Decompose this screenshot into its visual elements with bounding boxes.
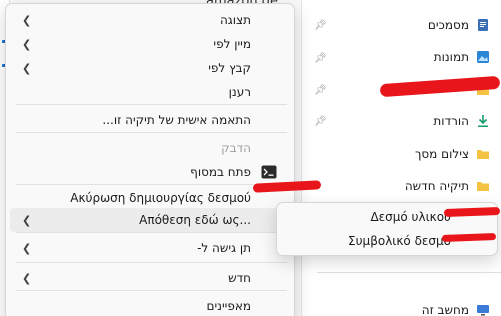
- menu-item-label: קבץ לפי: [208, 61, 251, 75]
- menu-separator: [16, 290, 287, 291]
- menu-item-label: מאפיינים: [206, 299, 251, 313]
- menu-item-paste: הדבק: [10, 136, 291, 160]
- menu-item-sort-by[interactable]: ❮ מיין לפי: [10, 32, 291, 56]
- documents-icon: [475, 17, 491, 33]
- nav-item-downloads[interactable]: הורדות: [433, 109, 491, 133]
- menu-item-label: רענן: [228, 85, 251, 99]
- nav-item-label: הורדות: [433, 114, 469, 128]
- nav-divider: [317, 272, 501, 273]
- pin-icon: 📌︎: [314, 53, 327, 64]
- downloads-icon: [475, 113, 491, 129]
- folder-icon: [475, 178, 491, 194]
- nav-item-pictures[interactable]: תמונות: [434, 45, 491, 69]
- terminal-icon: [261, 164, 277, 180]
- menu-item-open-terminal[interactable]: פתח במסוף: [10, 160, 291, 184]
- nav-item-label: מחשב זה: [421, 303, 469, 316]
- pictures-icon: [475, 49, 491, 65]
- nav-item-documents[interactable]: מסמכים: [428, 13, 491, 37]
- menu-item-label: מיין לפי: [213, 37, 251, 51]
- menu-item-drop-as[interactable]: ❮ Απόθεση εδώ ως...: [10, 208, 291, 232]
- menu-item-label: תן גישה ל-: [197, 241, 251, 255]
- chevron-left-icon: ❮: [22, 13, 32, 27]
- nav-item-label: תיקיה חדשה: [404, 179, 469, 193]
- submenu-item-symlink[interactable]: Συμβολικό δεσμό: [348, 234, 451, 248]
- nav-item-new-folder[interactable]: תיקיה חדשה: [405, 174, 491, 198]
- pin-icon: 📌︎: [314, 20, 327, 31]
- chevron-left-icon: ❮: [22, 61, 32, 75]
- menu-separator: [16, 232, 287, 233]
- menu-item-label: Απόθεση εδώ ως...: [139, 213, 251, 227]
- menu-item-label: התאמה אישית של תיקיה זו...: [102, 113, 251, 127]
- menu-item-cancel-symlink[interactable]: Ακύρωση δημιουργίας δεσμού: [10, 186, 291, 210]
- pin-icon: 📌︎: [314, 116, 327, 127]
- menu-item-new[interactable]: ❮ חדש: [10, 266, 291, 290]
- menu-item-label: תצוגה: [219, 13, 251, 27]
- menu-separator: [16, 184, 287, 185]
- pin-icon: 📌︎: [314, 85, 327, 96]
- menu-separator: [16, 132, 287, 133]
- nav-item-label: צילום מסך: [414, 147, 469, 161]
- chevron-left-icon: ❮: [22, 37, 32, 51]
- computer-icon: [475, 302, 491, 316]
- menu-item-label: הדבק: [221, 141, 251, 155]
- menu-item-group-by[interactable]: ❮ קבץ לפי: [10, 56, 291, 80]
- chevron-left-icon: ❮: [22, 213, 32, 227]
- menu-item-label: Ακύρωση δημιουργίας δεσμού: [70, 191, 251, 205]
- submenu-item-hardlink[interactable]: Δεσμό υλικού: [370, 210, 451, 224]
- menu-item-give-access[interactable]: ❮ תן גישה ל-: [10, 236, 291, 260]
- nav-item-label: תמונות: [433, 50, 469, 64]
- nav-item-label: מסמכים: [427, 18, 469, 32]
- menu-item-properties[interactable]: מאפיינים: [10, 294, 291, 316]
- menu-item-label: פתח במסוף: [190, 165, 251, 179]
- menu-item-refresh[interactable]: רענן: [10, 80, 291, 104]
- nav-item-this-pc[interactable]: מחשב זה: [422, 298, 491, 316]
- menu-item-label: חדש: [228, 271, 251, 285]
- context-menu: ❮ תצוגה ❮ מיין לפי ❮ קבץ לפי רענן התאמה …: [5, 3, 295, 316]
- desktop-window: amazon.de 📌︎ מסמכים 📌︎ תמונות 📌︎ 📌︎: [0, 0, 501, 316]
- chevron-left-icon: ❮: [22, 241, 32, 255]
- menu-separator: [16, 262, 287, 263]
- menu-item-view[interactable]: ❮ תצוגה: [10, 8, 291, 32]
- navigation-pane: 📌︎ מסמכים 📌︎ תמונות 📌︎ 📌︎ הורדות צילום מ…: [301, 0, 501, 316]
- menu-item-customize-folder[interactable]: התאמה אישית של תיקיה זו...: [10, 108, 291, 132]
- folder-icon: [475, 146, 491, 162]
- chevron-left-icon: ❮: [22, 271, 32, 285]
- menu-separator: [16, 104, 287, 105]
- nav-item-screenshots[interactable]: צילום מסך: [415, 142, 491, 166]
